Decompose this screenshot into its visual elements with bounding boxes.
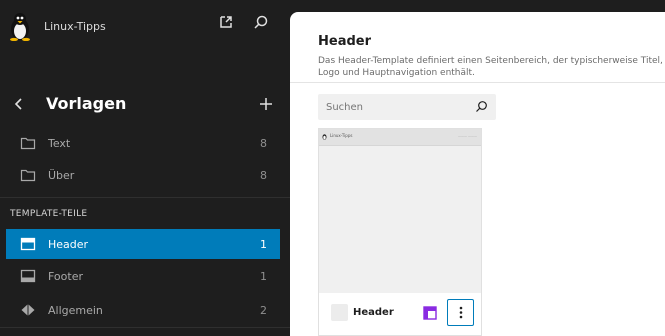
layout-icon: [423, 306, 437, 320]
sidebar-item-allgemein[interactable]: Allgemein 2: [6, 295, 280, 325]
sidebar-item-header[interactable]: Header 1: [6, 229, 280, 259]
sidebar: Linux-Tipps Vorlagen Text 8 Über 8 TEMPL…: [0, 0, 290, 336]
sidebar-item-count: 8: [260, 168, 267, 182]
preview-site-name: Linux-Tipps: [330, 133, 353, 138]
search-icon: [476, 101, 487, 112]
divider: [0, 327, 290, 328]
sidebar-item-count: 1: [260, 237, 267, 251]
card-footer: Header: [319, 293, 481, 335]
sidebar-item-label: Header: [48, 237, 89, 251]
sidebar-item-uber[interactable]: Über 8: [6, 160, 280, 190]
divider: [0, 197, 290, 198]
external-link-icon[interactable]: [218, 14, 234, 30]
sidebar-item-count: 8: [260, 136, 267, 150]
preview-header-bar: Linux-Tipps ——— ———: [319, 129, 481, 146]
site-title[interactable]: Linux-Tipps: [44, 20, 106, 33]
sidebar-item-label: Allgemein: [48, 303, 103, 317]
tux-logo-icon: [322, 134, 327, 140]
more-vertical-icon: [459, 306, 462, 319]
template-preview[interactable]: Linux-Tipps ——— ———: [319, 129, 481, 293]
section-heading: TEMPLATE-TEILE: [10, 209, 88, 219]
add-template-icon[interactable]: [259, 97, 273, 111]
page-title: Header: [318, 34, 372, 49]
template-card: Linux-Tipps ——— ——— Header: [318, 128, 482, 336]
chevron-left-icon[interactable]: [13, 96, 25, 112]
header-icon: [20, 237, 36, 251]
sidebar-item-footer[interactable]: Footer 1: [6, 261, 280, 291]
search-input[interactable]: [326, 101, 466, 113]
sidebar-item-label: Über: [48, 168, 75, 182]
sidebar-title: Vorlagen: [46, 94, 127, 113]
template-name[interactable]: Header: [353, 307, 394, 318]
search-icon[interactable]: [253, 14, 269, 30]
more-options-button[interactable]: [447, 299, 474, 326]
sidebar-item-count: 2: [260, 303, 267, 317]
sidebar-item-text[interactable]: Text 8: [6, 128, 280, 158]
folder-icon: [20, 168, 36, 182]
sidebar-item-count: 1: [260, 269, 267, 283]
folder-icon: [20, 136, 36, 150]
main-panel: Header Das Header-Template definiert ein…: [290, 12, 665, 336]
sidebar-item-label: Text: [48, 136, 71, 150]
sidebar-item-label: Footer: [48, 269, 83, 283]
tux-logo-icon[interactable]: [8, 11, 32, 41]
search-field[interactable]: [318, 94, 496, 120]
preview-navigation: ——— ———: [458, 134, 477, 138]
select-checkbox[interactable]: [331, 304, 348, 321]
divider: [290, 82, 665, 83]
page-description: Das Header-Template definiert einen Seit…: [318, 56, 663, 78]
footer-icon: [20, 269, 36, 283]
diamond-icon: [20, 303, 36, 317]
